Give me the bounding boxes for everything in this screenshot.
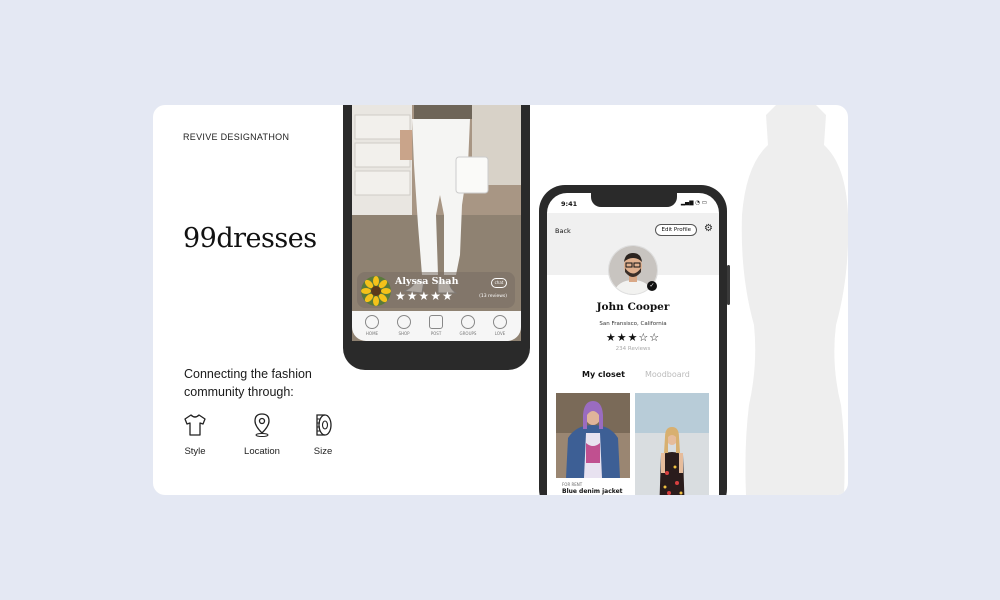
phone-profile-mockup: 9:41 ▂▄▆ ◔ ▭ Back Edit Profile ⚙ ✓ John … xyxy=(539,185,730,495)
feature-style: Style xyxy=(165,412,225,457)
status-icons: ▂▄▆ ◔ ▭ xyxy=(680,200,707,206)
measuring-tape-icon xyxy=(316,414,332,436)
profile-location: San Fransisco, California xyxy=(599,321,667,327)
feature-label: Location xyxy=(244,446,280,457)
closet-item-photo-2[interactable] xyxy=(635,393,709,495)
back-button[interactable]: Back xyxy=(555,227,571,235)
profile-review-count: 234 Reviews xyxy=(615,346,651,352)
nav-home[interactable]: HOME xyxy=(357,315,387,336)
nav-love[interactable]: LOVE xyxy=(485,315,515,336)
profile-name: John Cooper xyxy=(596,301,670,313)
phone-feed-mockup: Alyssa Shah ★★★★★ chat (13 reviews) HOME… xyxy=(343,105,530,370)
bottom-nav: HOME SHOP POST GROUPS LOVE xyxy=(352,311,521,341)
event-tag: REVIVE DESIGNATHON xyxy=(183,132,290,142)
showcase-card: REVIVE DESIGNATHON 99dresses Connecting … xyxy=(153,105,848,495)
nav-groups[interactable]: GROUPS xyxy=(453,315,483,336)
phone-side-button xyxy=(727,265,730,305)
location-pin-icon xyxy=(254,413,270,437)
sunflower-avatar xyxy=(361,276,391,306)
feed-review-count: (13 reviews) xyxy=(479,294,507,299)
nav-label: LOVE xyxy=(494,331,506,336)
plus-icon xyxy=(429,315,443,329)
profile-screen: 9:41 ▂▄▆ ◔ ▭ Back Edit Profile ⚙ ✓ John … xyxy=(547,193,719,495)
chat-button[interactable]: chat xyxy=(491,278,507,288)
nav-label: GROUPS xyxy=(459,331,477,336)
profile-tabs: My closet Moodboard xyxy=(547,370,719,384)
nav-shop[interactable]: SHOP xyxy=(389,315,419,336)
heart-icon xyxy=(493,315,507,329)
profile-rating-stars: ★★★☆☆ xyxy=(605,331,661,344)
feature-size: Size xyxy=(293,412,353,457)
edit-profile-button[interactable]: Edit Profile xyxy=(655,224,697,236)
feed-rating-stars: ★★★★★ xyxy=(395,289,454,303)
feature-label: Size xyxy=(313,446,333,457)
nav-post[interactable]: POST xyxy=(421,315,451,336)
profile-overlay[interactable]: Alyssa Shah ★★★★★ chat (13 reviews) xyxy=(357,272,515,308)
feature-label: Style xyxy=(184,446,206,457)
verified-badge-icon: ✓ xyxy=(647,281,657,291)
status-time: 9:41 xyxy=(561,200,578,208)
closet-item-photo[interactable] xyxy=(556,393,630,478)
brand-title: 99dresses xyxy=(183,223,317,254)
tshirt-icon xyxy=(184,414,206,436)
tagline: Connecting the fashion community through… xyxy=(184,367,312,399)
gear-icon[interactable]: ⚙ xyxy=(704,223,713,234)
tab-my-closet[interactable]: My closet xyxy=(582,370,625,379)
feature-location: Location xyxy=(232,412,292,457)
feed-user-name: Alyssa Shah xyxy=(395,276,459,287)
nav-label: SHOP xyxy=(398,331,410,336)
home-icon xyxy=(365,315,379,329)
phone-notch xyxy=(591,193,677,207)
groups-icon xyxy=(461,315,475,329)
item-name: Blue denim jacket xyxy=(562,488,623,495)
tab-moodboard[interactable]: Moodboard xyxy=(645,370,690,379)
item-tag: FOR RENT xyxy=(562,482,583,487)
nav-label: POST xyxy=(430,331,442,336)
mannequin-silhouette xyxy=(741,105,848,495)
nav-label: HOME xyxy=(365,331,379,336)
shop-icon xyxy=(397,315,411,329)
